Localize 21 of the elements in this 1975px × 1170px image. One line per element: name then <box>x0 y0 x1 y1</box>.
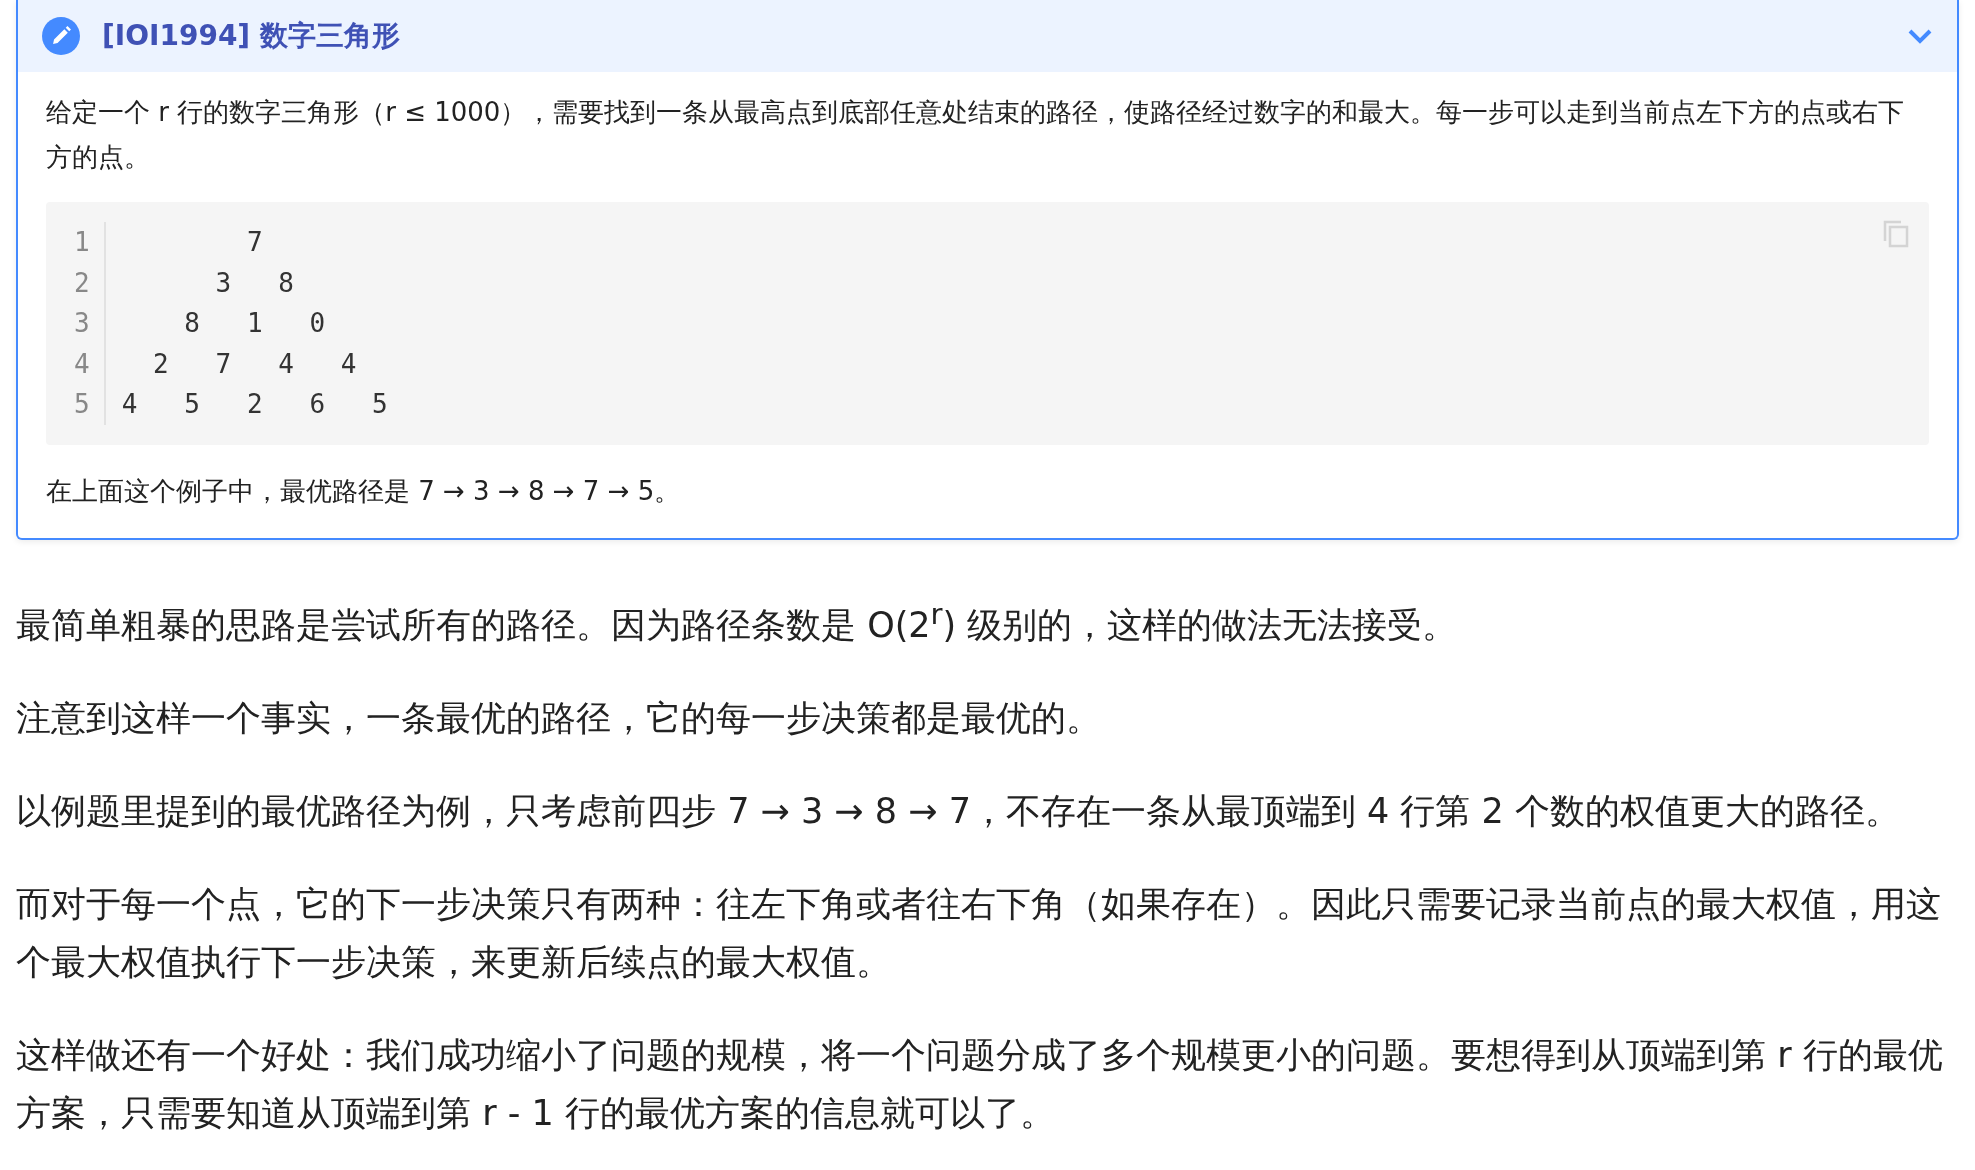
line-number: 3 <box>74 307 90 340</box>
problem-text: 给定一个 r 行的数字三角形（r ≤ 1000），需要找到一条从最高点到底部任意处结束的路径，使路径经过数字的和最大。每一步可以走到当前点左下方的点或右下方的点。 <box>46 96 1906 174</box>
code-line: 8 1 0 <box>183 307 327 340</box>
paragraph: 这样做还有一个好处：我们成功缩小了问题的规模，将一个问题分成了多个规模更小的问题。要想得到从顶端到第 r 行的最优方案，只需要知道从顶端到第 r - 1 行的最优方案的信息就可以了。 <box>16 1034 1944 1136</box>
line-number: 4 <box>74 347 90 381</box>
pencil-icon <box>42 17 80 55</box>
line-number: 2 <box>74 266 90 300</box>
code-line: 3 8 <box>214 266 295 300</box>
code-line: 7 <box>245 226 264 259</box>
admonition-title: [IOI1994] 数字三角形 <box>102 18 401 54</box>
paragraph: 而对于每一个点，它的下一步决策只有两种：往左下角或者往右下角（如果存在）。因此只需要记录当前点的最大权值，用这个最大权值执行下一步决策，来更新后续点的最大权值。 <box>16 883 1942 985</box>
paragraph: 最简单粗暴的思路是尝试所有的路径。因为路径条数是 O(2$^{r}$) 级别的，这样的做法无法接受。 <box>16 596 1459 648</box>
line-number: 5 <box>74 388 90 421</box>
paragraph: 注意到这样一个事实，一条最优的路径，它的每一步决策都是最优的。 <box>16 697 1102 741</box>
paragraph: 以例题里提到的最优路径为例，只考虑前四步 7 → 3 → 8 → 7，不存在一条从最顶端到 4 行第 2 个数的权值更大的路径。 <box>16 790 1901 834</box>
line-number: 1 <box>74 226 90 259</box>
chevron-icon[interactable] <box>1907 28 1933 44</box>
admonition-header[interactable]: [IOI1994] 数字三角形 <box>18 0 1957 72</box>
code-line: 4 5 2 6 5 <box>121 388 388 421</box>
example-text: 在上面这个例子中，最优路径是 7 → 3 → 8 → 7 → 5。 <box>46 474 682 508</box>
code-line: 2 7 4 4 <box>151 347 358 381</box>
